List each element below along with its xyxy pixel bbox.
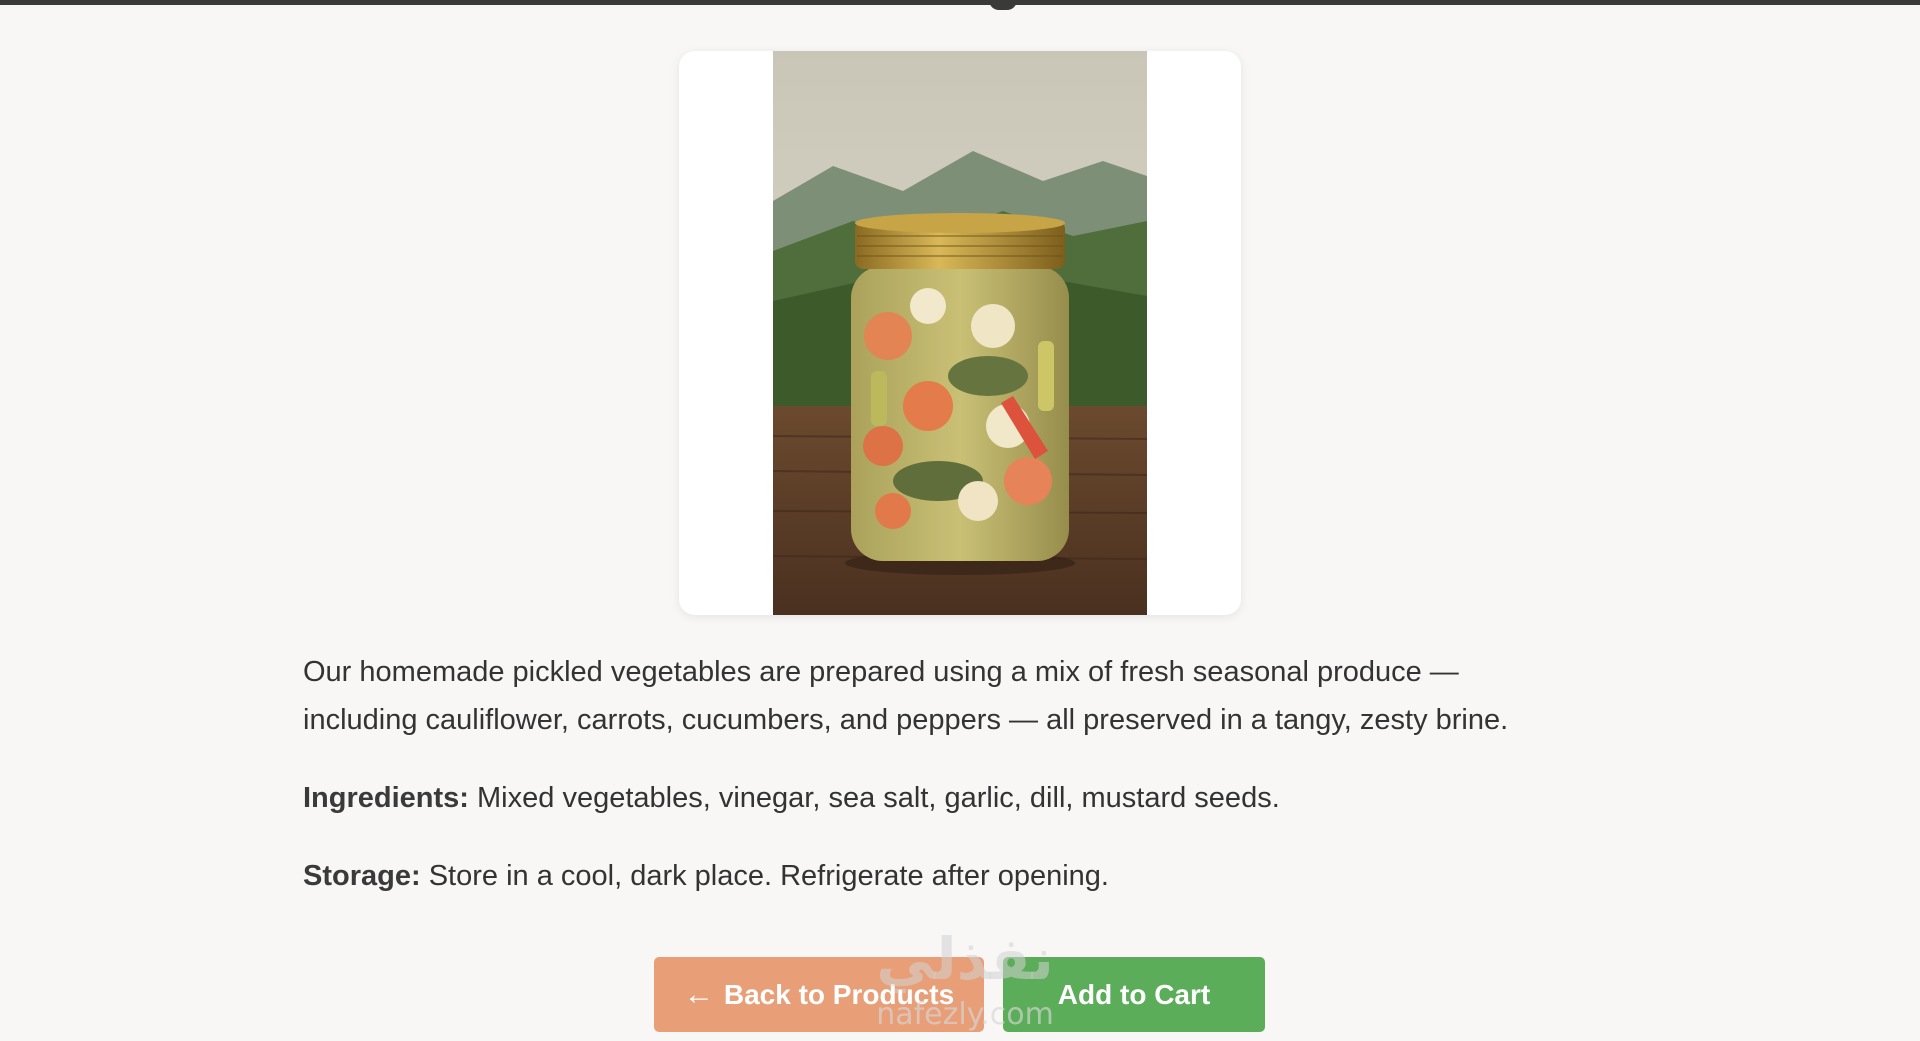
product-description: Our homemade pickled vegetables are prep… (303, 656, 1509, 736)
ingredients-label: Ingredients: (303, 782, 469, 814)
product-details: Our homemade pickled vegetables are prep… (303, 648, 1603, 900)
scroll-handle (989, 0, 1017, 10)
ingredients-line: Ingredients: Mixed vegetables, vinegar, … (303, 774, 1603, 822)
storage-label: Storage: (303, 860, 421, 892)
back-to-products-button[interactable]: ← Back to Products (654, 957, 984, 1032)
add-to-cart-label: Add to Cart (1057, 978, 1211, 1010)
storage-value: Store in a cool, dark place. Refrigerate… (420, 860, 1109, 892)
ingredients-value: Mixed vegetables, vinegar, sea salt, gar… (468, 782, 1280, 814)
storage-line: Storage: Store in a cool, dark place. Re… (303, 852, 1603, 900)
product-image-card (679, 51, 1241, 615)
top-divider (0, 0, 1920, 5)
product-photo (773, 51, 1147, 615)
add-to-cart-button[interactable]: Add to Cart (1003, 957, 1265, 1032)
left-arrow-icon: ← (683, 977, 714, 1011)
back-button-label: Back to Products (723, 978, 955, 1010)
